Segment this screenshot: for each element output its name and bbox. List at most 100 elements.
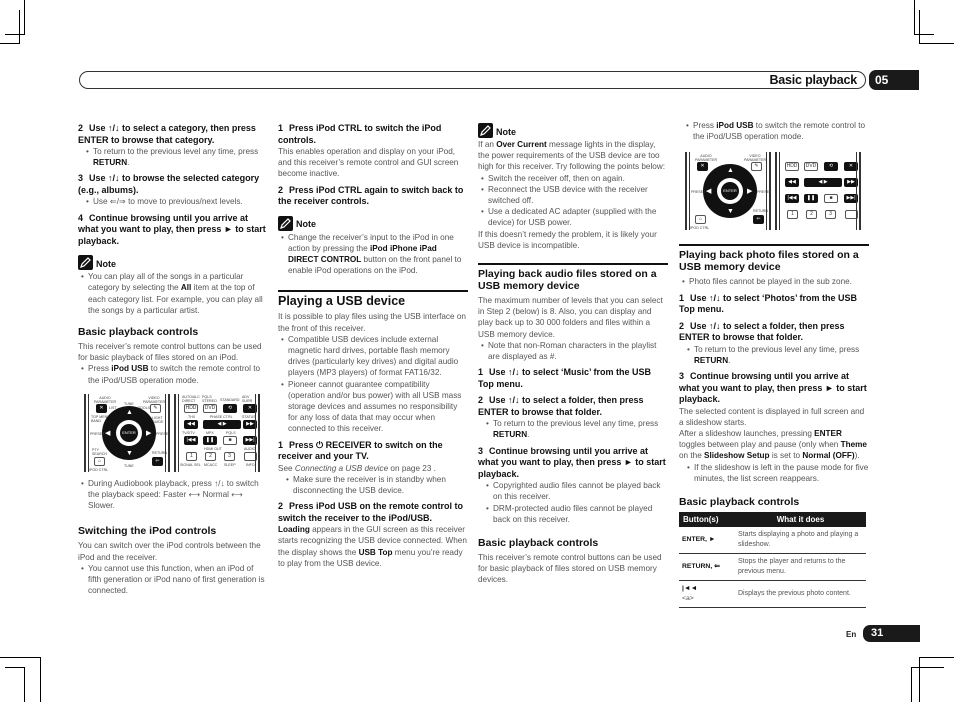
fast-forward-button[interactable]: ▶▶ <box>243 419 257 429</box>
hdd-button[interactable]: HDD <box>785 162 799 172</box>
return-button[interactable]: ⇐ <box>753 215 764 225</box>
right-arrow-icon[interactable]: ▶ <box>146 430 151 437</box>
remote-control-diagram: AUDIO PARAMETER VIDEO PARAMETER ✕ ✎ LIST… <box>84 393 268 472</box>
audio-button[interactable] <box>244 451 257 461</box>
dvd-button[interactable]: DVD <box>804 162 818 172</box>
next-button[interactable]: ▶▶| <box>844 194 858 204</box>
bullet: Copyrighted audio files cannot be played… <box>483 480 668 502</box>
bullet: Photo files cannot be played in the sub … <box>679 276 869 287</box>
audio-button[interactable] <box>845 210 858 220</box>
rewind-button[interactable]: ◀◀ <box>785 178 799 188</box>
bullet: Compatible USB devices include external … <box>278 334 468 379</box>
number-2-button[interactable]: 2 <box>205 451 216 461</box>
crop-mark <box>24 0 25 34</box>
note-heading: Note <box>478 123 668 138</box>
step-4: 4 Continue browsing until you arrive at w… <box>78 212 266 246</box>
basic-playback-heading: Basic playback controls <box>679 495 800 508</box>
stop-button[interactable]: ■ <box>223 435 237 445</box>
usb-body: It is possible to play files using the U… <box>278 312 466 333</box>
controls-table: Button(s) What it does ENTER, ► Starts d… <box>679 511 866 609</box>
top-menu-button[interactable]: ✕ <box>697 162 708 172</box>
pause-button[interactable]: ❚❚ <box>203 435 217 445</box>
step-body: The selected content is displayed in ful… <box>679 406 865 427</box>
note-heading: Note <box>78 255 268 271</box>
right-arrow-icon[interactable]: ▶ <box>747 188 752 195</box>
basic-playback-heading: Basic playback controls <box>478 536 599 549</box>
play-button[interactable]: ◀ ▶ <box>203 419 241 429</box>
button-cell: RETURN, ⇐ <box>679 553 735 582</box>
bullet: Press iPod USB to switch the remote cont… <box>78 363 268 385</box>
crop-mark <box>5 34 25 35</box>
tools-button[interactable]: ✎ <box>150 403 161 413</box>
ipod-ctrl-button[interactable]: ⌂ <box>695 215 706 225</box>
return-button[interactable]: ⇐ <box>152 456 163 466</box>
remote-left-panel: ✕ ✎ AUDIO PARAMETER VIDEO PARAMETER ▲ ▼ … <box>685 152 771 231</box>
left-arrow-icon[interactable]: ◀ <box>706 188 711 195</box>
switching-ipod-body: You can switch over the iPod controls be… <box>78 541 261 562</box>
up-arrow-icon[interactable]: ▲ <box>727 167 734 174</box>
crop-mark <box>0 43 20 44</box>
step-body: This enables operation and display on yo… <box>278 147 459 179</box>
previous-button[interactable]: |◀◀ <box>785 194 799 204</box>
language-code: En <box>846 630 857 639</box>
down-arrow-icon[interactable]: ▼ <box>727 208 734 215</box>
shuffle-button[interactable]: ✕ <box>844 162 858 172</box>
crop-mark <box>919 43 954 44</box>
step-3: 3 Continue browsing until you arrive at w… <box>478 445 666 479</box>
page-number: 31 <box>863 625 920 642</box>
number-2-button[interactable]: 2 <box>806 210 817 220</box>
stop-button[interactable]: ■ <box>824 194 838 204</box>
step-1: 1 Use ↑/↓ to select ‘Photos’ from the USB… <box>679 292 858 315</box>
bullet: To return to the previous level any time… <box>684 344 869 366</box>
section-divider: Playing back audio files stored on a USB… <box>478 263 668 292</box>
number-1-button[interactable]: 1 <box>787 210 798 220</box>
column-header: Button(s) <box>679 511 735 528</box>
number-1-button[interactable]: 1 <box>186 451 197 461</box>
bullet: DRM-protected audio files cannot be play… <box>483 503 668 525</box>
hdd-button[interactable]: HDD <box>184 403 198 413</box>
pause-button[interactable]: ❚❚ <box>804 194 818 204</box>
up-arrow-icon[interactable]: ▲ <box>126 409 133 416</box>
column-3: Note If an Over Current message lights i… <box>478 120 668 586</box>
crop-mark <box>914 34 934 35</box>
down-arrow-icon[interactable]: ▼ <box>126 450 133 457</box>
header-bar: Basic playback <box>79 71 866 89</box>
crop-mark <box>911 667 912 702</box>
next-button[interactable]: ▶▶| <box>243 435 257 445</box>
directional-pad[interactable]: ▲ ▼ ◀ ▶ ENTER <box>102 405 156 460</box>
remote-right-panel: AUTO/ALC DIRECT PQLS STEREO STANDARD ADV… <box>174 393 260 472</box>
dvd-button[interactable]: DVD <box>203 403 217 413</box>
step-body: Loading appears in the GUI screen as thi… <box>278 525 467 568</box>
step-2: 2 Press iPod CTRL again to switch back to… <box>278 184 464 207</box>
note-footer: If this doesn’t remedy the problem, it i… <box>478 229 657 250</box>
shuffle-button[interactable]: ✕ <box>243 403 257 413</box>
rewind-button[interactable]: ◀◀ <box>184 419 198 429</box>
ipod-ctrl-button[interactable]: ⌂ <box>94 456 105 466</box>
audiobook-bullet: During Audiobook playback, press ↑/↓ to … <box>78 478 268 512</box>
step-3: 3 Continue browsing until you arrive at w… <box>679 371 867 405</box>
play-button[interactable]: ◀ ▶ <box>804 178 842 188</box>
directional-pad[interactable]: ▲ ▼ ◀ ▶ ENTER <box>703 164 757 219</box>
note-bullet: Change the receiver’s input to the iPod … <box>278 232 468 277</box>
description-cell: Starts displaying a photo and playing a … <box>735 527 866 555</box>
step-2: 2 Use ↑/↓ to select a folder, then press … <box>478 395 644 417</box>
step-1: 1 Press iPod CTRL to switch the iPod cont… <box>278 123 442 145</box>
note-pencil-icon <box>78 255 93 271</box>
number-3-button[interactable]: 3 <box>825 210 836 220</box>
section-title: Basic playback <box>769 73 857 87</box>
column-4: Press iPod USB to switch the remote cont… <box>679 120 869 609</box>
remote-right-panel: HDD DVD ⟲ ✕ ◀◀ ◀ ▶ ▶▶ |◀◀ ❚❚ ■ ▶▶| 1 2 3 <box>775 152 861 231</box>
fast-forward-button[interactable]: ▶▶ <box>844 178 858 188</box>
repeat-button[interactable]: ⟲ <box>223 403 237 413</box>
previous-button[interactable]: |◀◀ <box>184 435 198 445</box>
audio-body: The maximum number of levels that you ca… <box>478 296 663 339</box>
basic-playback-body: This receiver’s remote control buttons c… <box>78 341 262 363</box>
enter-button[interactable]: ENTER <box>120 423 138 442</box>
tools-button[interactable]: ✎ <box>751 162 762 172</box>
top-menu-button[interactable]: ✕ <box>96 403 107 413</box>
crop-mark <box>911 667 944 668</box>
bullet: If the slideshow is left in the pause mo… <box>684 462 869 484</box>
number-3-button[interactable]: 3 <box>224 451 235 461</box>
repeat-button[interactable]: ⟲ <box>824 162 838 172</box>
left-arrow-icon[interactable]: ◀ <box>105 430 110 437</box>
